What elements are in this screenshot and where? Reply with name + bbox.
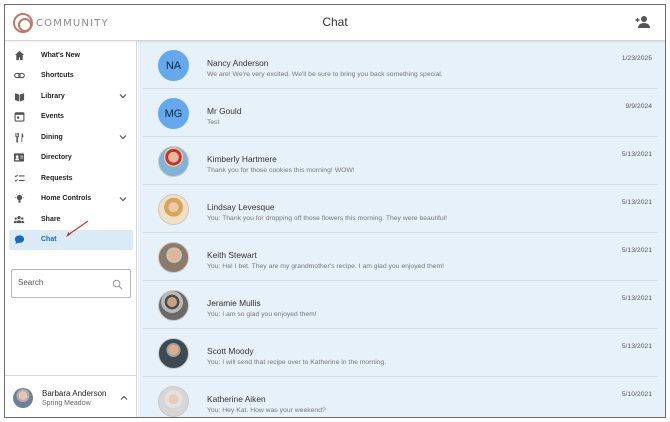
chat-row-mr-gould[interactable]: MG Mr Gould Test 9/9/2024: [143, 89, 658, 137]
contact-card-icon: [13, 152, 25, 164]
avatar-initials: NA: [158, 50, 189, 81]
chat-name: Jeramie Mullis: [207, 298, 261, 308]
chat-date: 9/9/2024: [625, 103, 652, 110]
chevron-down-icon[interactable]: [119, 133, 127, 141]
sidebar-item-label: Requests: [41, 174, 73, 182]
chat-preview: You: Hey Kat. How was your weekend?: [207, 407, 326, 414]
calendar-icon: [13, 111, 25, 123]
home-icon: [13, 49, 25, 61]
chat-preview: You: Ha! I bet. They are my grandmother'…: [207, 263, 445, 270]
app-window: COMMUNITY Chat What's New Shortcuts Libr…: [4, 4, 666, 418]
chat-date: 1/23/2025: [621, 55, 652, 62]
avatar: [158, 146, 189, 177]
user-name: Barbara Anderson: [42, 388, 107, 398]
chat-preview: Thank you for those cookies this morning…: [207, 167, 355, 174]
chat-preview: You: I am so glad you enjoyed them!: [207, 311, 317, 318]
user-info: Barbara Anderson Spring Meadow: [42, 389, 107, 407]
avatar: [13, 387, 33, 408]
book-icon: [13, 90, 25, 102]
sidebar-item-label: Shortcuts: [41, 72, 74, 80]
chat-name: Mr Gould: [207, 106, 242, 116]
search-input[interactable]: [18, 278, 108, 287]
chat-row-lindsay-levesque[interactable]: Lindsay Levesque You: Thank you for drop…: [143, 185, 658, 233]
people-icon: [13, 213, 25, 225]
avatar: [158, 242, 189, 273]
chat-date: 5/13/2021: [621, 247, 652, 254]
sidebar-item-label: Share: [41, 215, 61, 223]
avatar: [158, 386, 189, 417]
chevron-up-icon[interactable]: [120, 394, 128, 402]
chat-row-keith-stewart[interactable]: Keith Stewart You: Ha! I bet. They are m…: [143, 233, 658, 281]
avatar-initials: MG: [158, 98, 189, 129]
sidebar-item-label: Library: [41, 92, 65, 100]
sidebar-item-label: Dining: [41, 133, 63, 141]
chat-date: 5/13/2021: [621, 343, 652, 350]
chevron-down-icon[interactable]: [119, 92, 127, 100]
avatar: [158, 290, 189, 321]
chat-name: Kimberly Hartmere: [207, 154, 277, 164]
chat-row-scott-moody[interactable]: Scott Moody You: I will send that recipe…: [143, 329, 658, 377]
chat-preview: You: Thank you for dropping off those fl…: [207, 215, 448, 222]
sidebar-item-label: Directory: [41, 154, 72, 162]
link-icon: [13, 70, 25, 82]
chat-name: Lindsay Levesque: [207, 202, 275, 212]
chat-name: Scott Moody: [207, 346, 254, 356]
sidebar-item-library[interactable]: Library: [9, 86, 133, 107]
sidebar-item-label: Home Controls: [41, 195, 92, 203]
search-box: [11, 269, 131, 298]
page-title: Chat: [322, 15, 348, 29]
sidebar-item-directory[interactable]: Directory: [9, 148, 133, 169]
add-person-icon[interactable]: [635, 15, 651, 29]
chat-list: NA Nancy Anderson We are! We're very exc…: [138, 41, 665, 417]
chevron-down-icon[interactable]: [119, 195, 127, 203]
chat-preview: We are! We're very excited. We'll be sur…: [207, 71, 443, 78]
sidebar-item-requests[interactable]: Requests: [9, 168, 133, 189]
chat-preview: Test: [207, 119, 220, 126]
chat-date: 5/13/2021: [621, 199, 652, 206]
annotation-arrow-icon: [66, 220, 89, 237]
sidebar-item-label: Events: [41, 113, 64, 121]
chat-row-katherine-aiken[interactable]: Katherine Aiken You: Hey Kat. How was yo…: [143, 377, 658, 417]
chat-row-kimberly-hartmere[interactable]: Kimberly Hartmere Thank you for those co…: [143, 137, 658, 185]
chat-name: Keith Stewart: [207, 250, 257, 260]
chat-date: 5/13/2021: [621, 151, 652, 158]
sidebar-item-dining[interactable]: Dining: [9, 127, 133, 148]
chat-preview: You: I will send that recipe over to Kat…: [207, 359, 387, 366]
avatar: [158, 194, 189, 225]
lightbulb-icon: [13, 193, 25, 205]
sidebar-item-label: What's New: [41, 51, 81, 59]
sidebar-item-whats-new[interactable]: What's New: [9, 45, 133, 66]
search-icon[interactable]: [112, 279, 123, 290]
sidebar-item-events[interactable]: Events: [9, 107, 133, 128]
chat-name: Katherine Aiken: [207, 394, 266, 404]
checklist-icon: [13, 172, 25, 184]
top-bar: COMMUNITY Chat: [5, 5, 665, 41]
sidebar-item-label: Chat: [41, 236, 57, 244]
chat-date: 5/13/2021: [621, 295, 652, 302]
chat-bubble-icon: [13, 234, 25, 246]
chat-name: Nancy Anderson: [207, 58, 269, 68]
chat-row-nancy-anderson[interactable]: NA Nancy Anderson We are! We're very exc…: [143, 41, 658, 89]
user-location: Spring Meadow: [42, 399, 91, 407]
sidebar-item-shortcuts[interactable]: Shortcuts: [9, 66, 133, 87]
avatar: [158, 338, 189, 369]
chat-date: 5/10/2021: [621, 391, 652, 398]
sidebar-item-home-controls[interactable]: Home Controls: [9, 189, 133, 210]
fork-knife-icon: [13, 131, 25, 143]
chat-row-jeramie-mullis[interactable]: Jeramie Mullis You: I am so glad you enj…: [143, 281, 658, 329]
current-user-panel[interactable]: Barbara Anderson Spring Meadow: [5, 375, 137, 417]
